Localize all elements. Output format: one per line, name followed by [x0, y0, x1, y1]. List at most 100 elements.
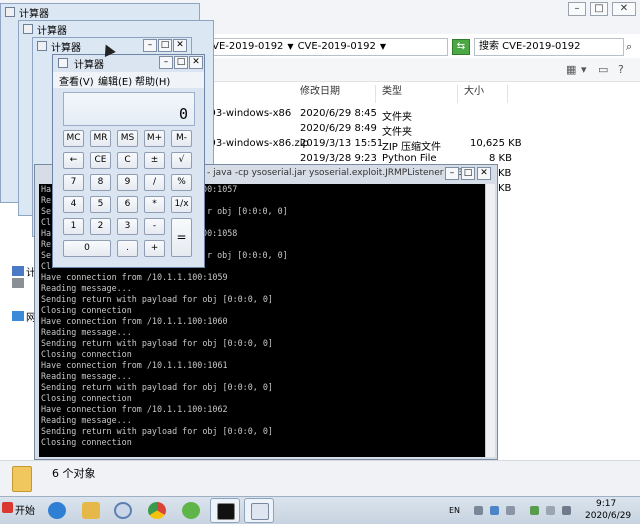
- console-line: Reading message...: [41, 371, 132, 381]
- refresh-button[interactable]: ⇆: [452, 39, 470, 55]
- key-sqrt[interactable]: √: [171, 152, 192, 169]
- menu-view[interactable]: 查看(V): [59, 73, 94, 88]
- view-options-icon[interactable]: ▦: [566, 63, 576, 76]
- clock-time[interactable]: 9:17: [596, 499, 616, 509]
- taskbar-ie[interactable]: [42, 498, 72, 523]
- key-4[interactable]: 4: [63, 196, 84, 213]
- key-ce[interactable]: CE: [90, 152, 111, 169]
- minimize-button[interactable]: –: [445, 167, 459, 180]
- taskbar-search[interactable]: [108, 498, 138, 523]
- minimize-button[interactable]: –: [143, 39, 157, 52]
- start-button[interactable]: 开始: [15, 502, 35, 517]
- console-line: Reading message...: [41, 415, 132, 425]
- scrollbar[interactable]: [485, 184, 495, 457]
- key-add[interactable]: +: [144, 240, 165, 257]
- file-type: Python File: [382, 153, 437, 164]
- menu-edit[interactable]: 编辑(E): [98, 73, 132, 88]
- column-header-size[interactable]: 大小: [462, 85, 508, 103]
- key-mr[interactable]: MR: [90, 130, 111, 147]
- key-5[interactable]: 5: [90, 196, 111, 213]
- file-date: 2019/3/28 9:23: [300, 153, 377, 164]
- console-line: Reading message...: [41, 283, 132, 293]
- breadcrumb-item[interactable]: CVE-2019-0192: [205, 41, 283, 52]
- column-header-type[interactable]: 类型: [380, 85, 458, 103]
- calculator-titlebar[interactable]: 计算器 – □ ✕: [53, 55, 204, 71]
- column-header-date[interactable]: 修改日期: [298, 85, 376, 103]
- network-icon[interactable]: [12, 311, 24, 321]
- close-button[interactable]: ✕: [477, 167, 491, 180]
- key-6[interactable]: 6: [117, 196, 138, 213]
- taskbar-calculator[interactable]: [244, 498, 274, 523]
- taskbar-app[interactable]: [176, 498, 206, 523]
- keyboard-icon[interactable]: [474, 506, 483, 515]
- key-mc[interactable]: MC: [63, 130, 84, 147]
- key-ms[interactable]: MS: [117, 130, 138, 147]
- maximize-button[interactable]: □: [158, 39, 172, 52]
- file-size: 10,625 KB: [470, 138, 522, 149]
- close-button[interactable]: ✕: [612, 2, 636, 16]
- console-line: Have connection from /10.1.1.100:1062: [41, 404, 228, 414]
- chevron-down-icon[interactable]: ▾: [581, 63, 587, 76]
- menu-help[interactable]: 帮助(H): [135, 73, 170, 88]
- folder-icon: [82, 502, 100, 519]
- tray-arrow-icon[interactable]: [506, 506, 515, 515]
- key-backspace[interactable]: ←: [63, 152, 84, 169]
- calculator-display: 0: [63, 92, 195, 126]
- console-icon: [217, 503, 235, 520]
- security-icon[interactable]: [530, 506, 539, 515]
- drive-icon[interactable]: [12, 278, 24, 288]
- key-7[interactable]: 7: [63, 174, 84, 191]
- key-0[interactable]: 0: [63, 240, 111, 257]
- key-2[interactable]: 2: [90, 218, 111, 235]
- item-count: 6 个对象: [52, 467, 96, 480]
- key-m-minus[interactable]: M-: [171, 130, 192, 147]
- language-indicator[interactable]: EN: [449, 506, 460, 515]
- key-multiply[interactable]: *: [144, 196, 165, 213]
- menu-bar: 查看(V) 编辑(E) 帮助(H): [53, 72, 204, 88]
- search-icon[interactable]: ⌕: [626, 40, 632, 54]
- console-line: Closing connection: [41, 349, 132, 359]
- search-input[interactable]: 搜索 CVE-2019-0192: [474, 38, 624, 56]
- file-row[interactable]: 0.93-windows-x86.zip 2019/3/13 15:51 ZIP…: [200, 138, 640, 153]
- key-negate[interactable]: ±: [144, 152, 165, 169]
- key-divide[interactable]: /: [144, 174, 165, 191]
- volume-icon[interactable]: [562, 506, 571, 515]
- clock-date[interactable]: 2020/6/29: [585, 511, 631, 521]
- key-8[interactable]: 8: [90, 174, 111, 191]
- computer-icon[interactable]: [12, 266, 24, 276]
- key-equals[interactable]: =: [171, 218, 192, 257]
- file-row[interactable]: 2020/6/29 8:49 文件夹: [200, 123, 640, 138]
- key-9[interactable]: 9: [117, 174, 138, 191]
- file-type: ZIP 压缩文件: [382, 142, 442, 153]
- maximize-button[interactable]: □: [461, 167, 475, 180]
- breadcrumb-item[interactable]: CVE-2019-0192: [298, 41, 376, 52]
- minimize-button[interactable]: –: [568, 2, 586, 16]
- console-line: Re: [41, 195, 52, 205]
- help-icon[interactable]: [490, 506, 499, 515]
- preview-pane-icon[interactable]: ▭: [598, 63, 608, 76]
- windows-logo-icon[interactable]: [2, 502, 13, 513]
- key-m-plus[interactable]: M+: [144, 130, 165, 147]
- calculator-window[interactable]: 计算器 – □ ✕ 查看(V) 编辑(E) 帮助(H) 0 MC MR MS M…: [52, 54, 205, 268]
- maximize-button[interactable]: □: [590, 2, 608, 16]
- key-subtract[interactable]: -: [144, 218, 165, 235]
- key-reciprocal[interactable]: 1/x: [171, 196, 192, 213]
- console-line: r obj [0:0:0, 0]: [207, 206, 288, 216]
- file-row[interactable]: 0.93-windows-x86 2020/6/29 8:45 文件夹: [200, 108, 640, 123]
- close-button[interactable]: ✕: [189, 56, 203, 69]
- maximize-button[interactable]: □: [174, 56, 188, 69]
- console-line: Se: [41, 250, 52, 260]
- key-percent[interactable]: %: [171, 174, 192, 191]
- key-decimal[interactable]: .: [117, 240, 138, 257]
- key-c[interactable]: C: [117, 152, 138, 169]
- network-icon[interactable]: [546, 506, 555, 515]
- close-button[interactable]: ✕: [173, 39, 187, 52]
- key-1[interactable]: 1: [63, 218, 84, 235]
- taskbar-chrome[interactable]: [142, 498, 172, 523]
- minimize-button[interactable]: –: [159, 56, 173, 69]
- key-3[interactable]: 3: [117, 218, 138, 235]
- taskbar-explorer[interactable]: [76, 498, 106, 523]
- taskbar-console[interactable]: [210, 498, 240, 523]
- address-bar[interactable]: ▼CVE-2019-0192▼CVE-2019-0192▼: [180, 38, 448, 56]
- help-icon[interactable]: ?: [618, 63, 624, 76]
